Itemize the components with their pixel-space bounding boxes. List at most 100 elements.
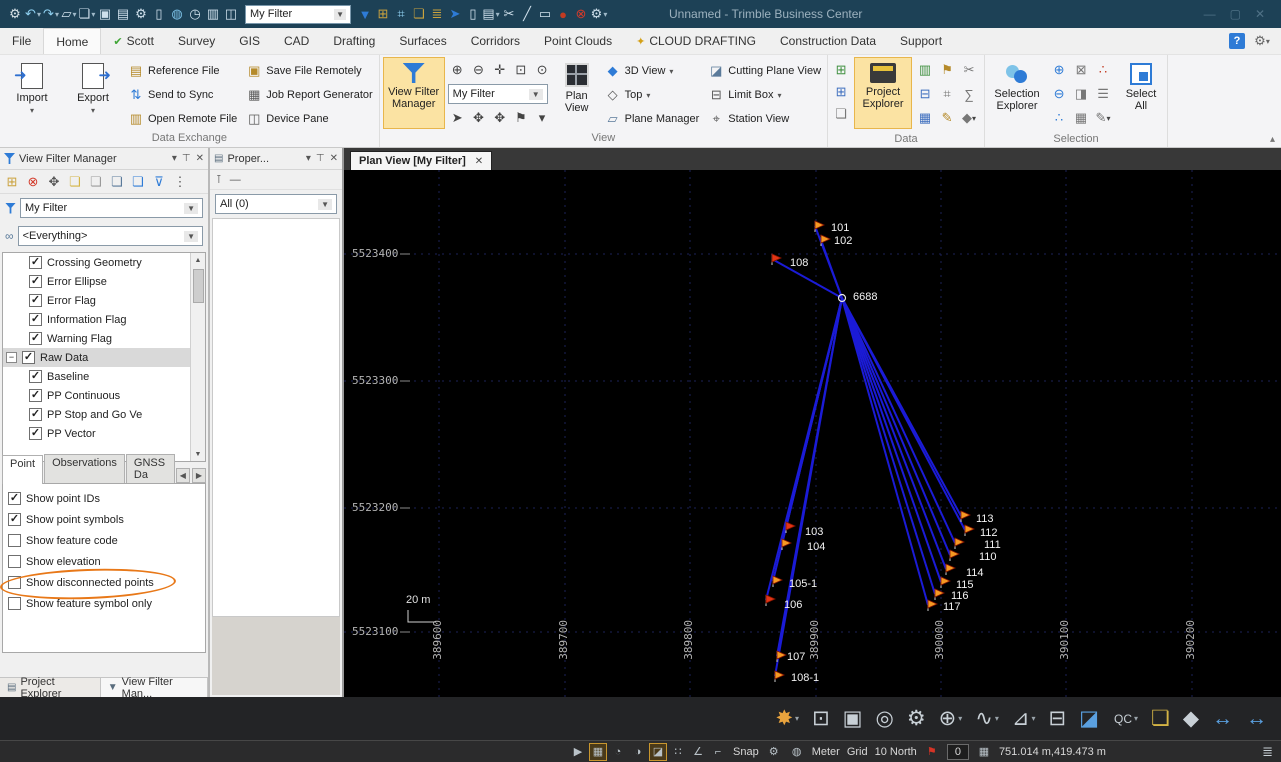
table-view-icon[interactable]: ▦▾ [915,108,935,128]
job-report-generator-button[interactable]: ▦ Job Report Generator ▾ [243,84,375,106]
stack-icon[interactable]: ❏▾ [410,4,428,24]
pointer-blue-icon[interactable]: ➤▾ [446,4,464,24]
import-button[interactable]: Import ▾ [3,57,61,129]
record-icon[interactable]: ●▾ [554,4,572,24]
pp-pin-icon[interactable]: ⊺ [216,173,222,186]
select-all-button[interactable]: Select All [1118,57,1164,129]
checkbox[interactable] [22,351,35,364]
fit-extents-icon[interactable]: ↔ ▾ [1246,707,1267,731]
ribbon-tab[interactable]: Surfaces [387,28,458,54]
sketch-box-icon[interactable]: ◪ ▾ [1079,706,1099,731]
export-button[interactable]: Export ▾ [64,57,122,129]
grid-label[interactable]: Grid [847,746,868,758]
checkbox[interactable] [8,492,21,505]
curve-tool-icon[interactable]: ∿ ▾ [975,706,999,731]
collapse-icon[interactable]: − [6,352,17,363]
flag-icon[interactable]: ⚑ [924,744,940,760]
new-view-filter-icon[interactable]: ⊞ [3,173,21,191]
cube-icon[interactable]: ◆ ▾ [1183,706,1199,731]
project-explorer-button[interactable]: Project Explorer [854,57,913,129]
layers-invert-icon[interactable]: ❏ [108,173,126,191]
half-toggle-icon[interactable]: ◑ [630,744,646,760]
select-random-icon[interactable]: ∴▾ [1093,60,1113,80]
maximize-button[interactable]: ▢ [1230,7,1241,21]
station-view-button[interactable]: ⌖ Station View ▾ [705,108,824,130]
gear-icon[interactable]: ⚙▾ [132,4,150,24]
select-points-icon[interactable]: ∴▾ [1049,108,1069,128]
tab-scroll-right-icon[interactable]: ▶ [191,468,206,483]
data-more-icon[interactable]: ◆ ▾ [959,108,979,128]
option-row[interactable]: Show elevation [5,551,203,572]
layers-none-icon[interactable]: ❏ [87,173,105,191]
select-cursor-icon[interactable]: ➤ [448,108,467,128]
tree-item[interactable]: − PP Continuous [3,386,190,405]
nav-more-icon[interactable]: ▾ [532,108,551,128]
filter-tab[interactable]: Point [2,455,44,484]
tree-item[interactable]: − Baseline [3,367,190,386]
layers-blue-icon[interactable]: ❏ [129,173,147,191]
ribbon-tab[interactable]: ✔ Scott [101,28,166,54]
option-row[interactable]: Show point IDs [5,488,203,509]
calendar-icon[interactable]: ▦ [976,744,992,760]
add-to-selection-icon[interactable]: ⊕▾ [1049,60,1069,80]
grid-snap-icon[interactable]: ▦ [589,742,607,761]
zoom-out-icon[interactable]: ⊖ [469,60,488,80]
unit-label[interactable]: Meter [812,746,840,758]
snap-settings-icon[interactable]: ⚙ [766,744,782,760]
scroll-down-icon[interactable]: ▼ [195,447,202,461]
ribbon-tab[interactable]: Point Clouds [532,28,624,54]
tree-scrollbar[interactable]: ▲ ▼ [190,253,205,461]
pp-minimize-icon[interactable]: — [230,174,241,186]
option-row[interactable]: Show feature symbol only [5,593,203,614]
layer-toggle-icon[interactable]: ◪ [649,742,667,761]
flag-tool-icon[interactable]: ⚑ [511,108,530,128]
ribbon-tab[interactable]: Home [43,28,102,54]
checkbox[interactable] [8,576,21,589]
save-file-remotely-button[interactable]: ▣ Save File Remotely ▾ [243,60,375,82]
chevron-down-icon[interactable]: ▼ [184,202,198,214]
undo-icon[interactable]: ↶ ▾ [24,4,42,24]
ribbon-tab[interactable]: Survey [166,28,227,54]
select-by-list-icon[interactable]: ☰▾ [1093,84,1113,104]
flags-list-icon[interactable]: ⚑▾ [937,60,957,80]
checkbox[interactable] [8,555,21,568]
tool-icon[interactable]: ⚙ ▾ [590,4,608,24]
tree-item[interactable]: − PP Vector [3,424,190,443]
move-filter-icon[interactable]: ✥ [45,173,63,191]
fit-width-icon[interactable]: ↔ ▾ [1212,707,1233,731]
compute-icon[interactable]: ∑▾ [959,84,979,104]
grid-data-icon[interactable]: ⌗▾ [937,84,957,104]
option-row[interactable]: Show feature code [5,530,203,551]
scrollbar-thumb[interactable] [192,269,204,303]
save-icon[interactable]: ▣▾ [96,4,114,24]
checkbox[interactable] [29,332,42,345]
ribbon-tab[interactable]: Corridors [459,28,532,54]
invert-selection-icon[interactable]: ◨▾ [1071,84,1091,104]
filter-clear-icon[interactable]: ⊽ [150,173,168,191]
document-icon[interactable]: ▯▾ [150,4,168,24]
orbit-icon[interactable]: ✥ [469,108,488,128]
chevron-down-icon[interactable]: ▼ [334,8,346,20]
settings-gear-icon[interactable]: ⚙ ▾ [907,706,926,731]
minimize-button[interactable]: — [1204,7,1216,21]
points-table-icon[interactable]: ▥▾ [915,60,935,80]
ribbon-tab[interactable]: GIS [227,28,272,54]
pin-icon[interactable]: ⊤ [182,153,191,164]
filter-table-icon[interactable]: ⊞▾ [374,4,392,24]
ribbon-tab[interactable]: ✦ CLOUD DRAFTING [624,28,768,54]
checkbox[interactable] [8,513,21,526]
limit-box-button[interactable]: ⊟ Limit Box ▾ [705,84,824,106]
osnap-icon[interactable]: ◔ [610,744,626,760]
checkbox[interactable] [8,597,21,610]
view-filter-combobox[interactable]: My Filter ▼ [447,84,548,104]
page-icon[interactable]: ▯▾ [464,4,482,24]
world-icon[interactable]: ◍▾ [168,4,186,24]
layer-stack-icon[interactable]: ❏ ▾ [1151,706,1170,731]
tree-item[interactable]: − Information Flag [3,310,190,329]
focus-window-icon[interactable]: ⊡ ▾ [812,706,830,731]
checkbox[interactable] [29,370,42,383]
delete-filter-icon[interactable]: ⊗ [24,173,42,191]
redo-icon[interactable]: ↷ ▾ [42,4,60,24]
edit-data-icon[interactable]: ✎▾ [937,108,957,128]
qat-filter-combobox[interactable]: My Filter ▼ [245,4,351,24]
